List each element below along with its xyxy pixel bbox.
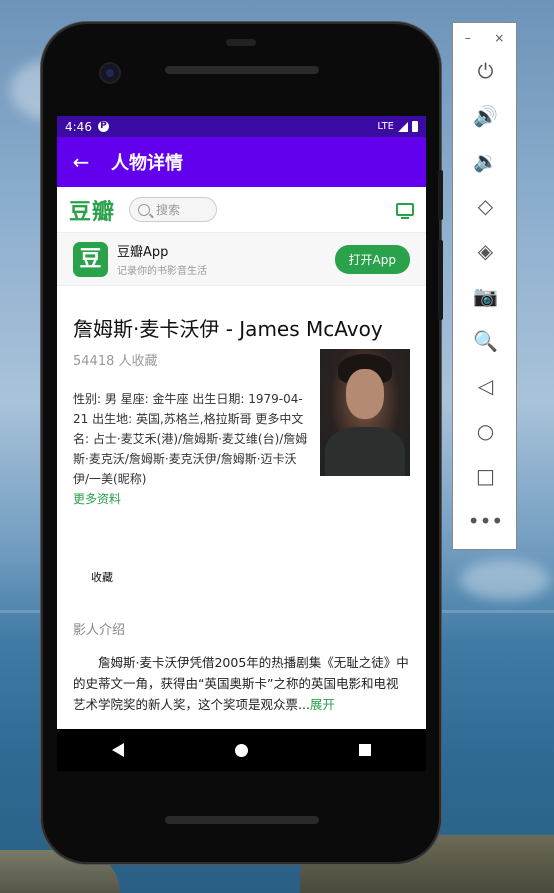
rotate-right-icon[interactable]: ◈: [453, 229, 518, 274]
power-button: [438, 240, 443, 320]
nav-recents-icon[interactable]: [358, 744, 371, 756]
rotate-left-icon[interactable]: ◇: [453, 184, 518, 229]
person-photo[interactable]: [320, 349, 410, 476]
app-promo-banner: 豆 豆瓣App 记录你的书影音生活 打开App: [57, 233, 426, 286]
earpiece: [226, 39, 256, 46]
bio-text: 詹姆斯·麦卡沃伊凭借2005年的热播剧集《无耻之徒》中的史蒂文一角，获得由“英国…: [73, 652, 410, 715]
android-nav-bar: [57, 729, 426, 771]
collect-button[interactable]: 收藏: [91, 569, 410, 585]
close-icon[interactable]: ×: [494, 31, 504, 45]
nav-back-icon[interactable]: [112, 743, 125, 757]
douban-app-icon: 豆: [73, 241, 108, 277]
person-name: 詹姆斯·麦卡沃伊 - James McAvoy: [73, 317, 383, 341]
emulator-toolbar: – × ⏻ 🔊 🔉 ◇ ◈ 📷 🔍 ◁ ○ □ •••: [452, 22, 517, 550]
open-app-button[interactable]: 打开App: [334, 244, 410, 274]
tv-icon[interactable]: [396, 203, 414, 219]
app-bar: ← 人物详情: [57, 137, 426, 187]
page-title: 人物详情: [111, 153, 183, 174]
minimize-icon[interactable]: –: [465, 31, 471, 45]
promo-subtitle: 记录你的书影音生活: [117, 266, 207, 277]
more-info-link[interactable]: 更多资料: [73, 489, 308, 509]
volume-down-icon[interactable]: 🔉: [453, 139, 518, 184]
status-time: 4:46: [65, 119, 92, 134]
front-camera: [101, 64, 119, 82]
volume-button: [438, 170, 443, 220]
camera-icon[interactable]: 📷: [453, 274, 518, 319]
volume-up-icon[interactable]: 🔊: [453, 94, 518, 139]
network-label: LTE: [377, 121, 394, 132]
search-placeholder: 搜索: [156, 203, 181, 217]
search-input[interactable]: 搜索: [129, 197, 218, 222]
device-screen: 4:46 P LTE ← 人物详情 豆瓣 搜索 豆 豆瓣App 记录你的书影音生…: [57, 116, 426, 729]
expand-link[interactable]: 展开: [310, 697, 335, 712]
battery-icon: [412, 121, 418, 132]
notification-p-icon: P: [97, 121, 109, 132]
bottom-speaker: [165, 816, 319, 824]
zoom-icon[interactable]: 🔍: [453, 319, 518, 364]
nav-home-icon[interactable]: [234, 743, 248, 757]
bio-body: 詹姆斯·麦卡沃伊凭借2005年的热播剧集《无耻之徒》中的史蒂文一角，获得由“英国…: [73, 655, 409, 712]
background-cloud: [460, 560, 550, 600]
more-icon[interactable]: •••: [453, 499, 518, 544]
person-content: 詹姆斯·麦卡沃伊 - James McAvoy 54418 人收藏 性别: 男 …: [57, 313, 426, 715]
overview-square-icon[interactable]: □: [453, 454, 518, 499]
home-circle-icon[interactable]: ○: [453, 409, 518, 454]
bio-section-title: 影人介绍: [73, 623, 126, 638]
douban-logo[interactable]: 豆瓣: [69, 194, 115, 226]
back-arrow-icon[interactable]: ←: [57, 150, 105, 174]
douban-header: 豆瓣 搜索: [57, 187, 426, 233]
top-speaker: [165, 66, 319, 74]
person-info: 性别: 男 星座: 金牛座 出生日期: 1979-04-21 出生地: 英国,苏…: [73, 392, 308, 486]
status-bar: 4:46 P LTE: [57, 116, 426, 137]
promo-title: 豆瓣App: [117, 245, 169, 260]
search-icon: [138, 203, 151, 216]
signal-icon: [398, 121, 408, 132]
back-triangle-icon[interactable]: ◁: [453, 364, 518, 409]
power-icon[interactable]: ⏻: [453, 49, 518, 94]
